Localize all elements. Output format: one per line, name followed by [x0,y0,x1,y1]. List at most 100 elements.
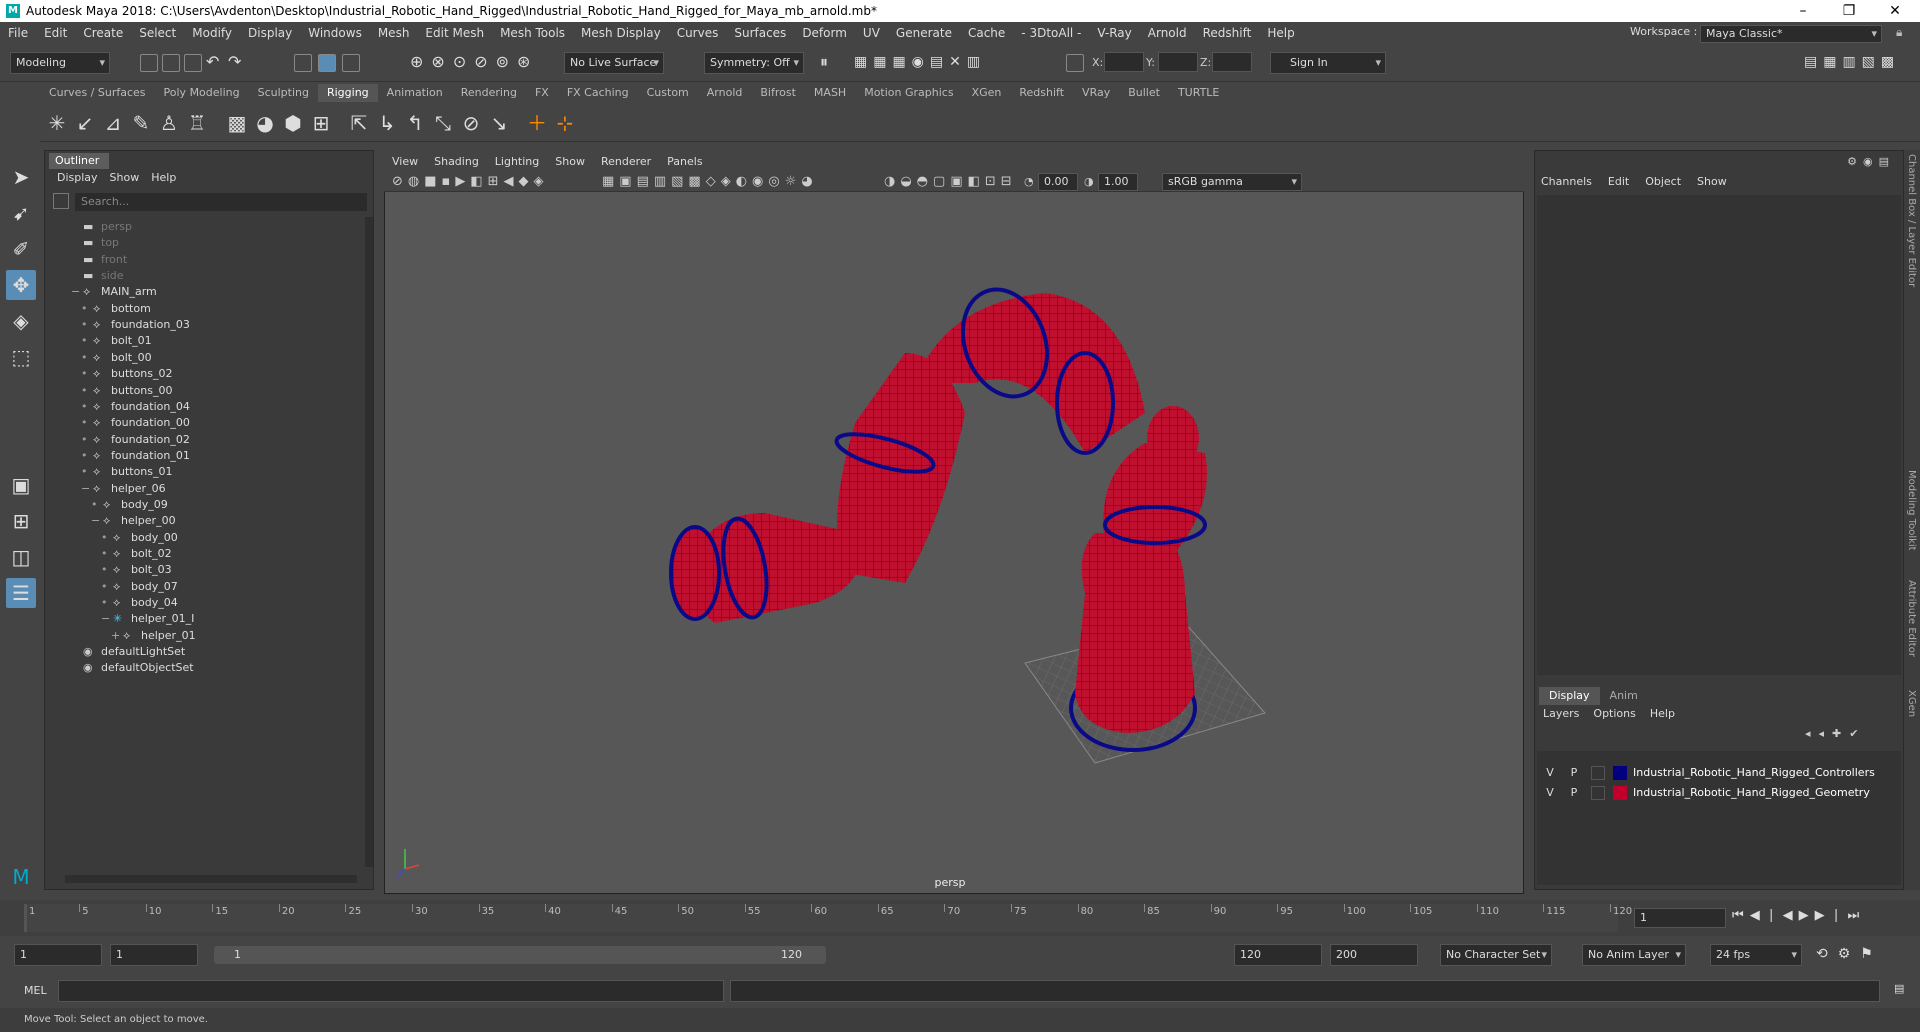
outliner-menu-display[interactable]: Display [57,171,98,184]
viewport-menu-renderer[interactable]: Renderer [593,152,659,172]
layer-menu-layers[interactable]: Layers [1543,707,1579,720]
side-tab-3[interactable]: XGen [1906,690,1917,717]
elbow-joint-mesh[interactable] [1147,406,1199,470]
single-view-icon[interactable]: ▣ [6,470,36,500]
two-view-icon[interactable]: ◫ [6,542,36,572]
sign-in-dropdown[interactable]: Sign In [1270,52,1386,74]
viewport-menu-view[interactable]: View [384,152,426,172]
redo-icon[interactable]: ↷ [228,52,241,71]
exposure-field[interactable]: 0.00 [1038,173,1078,191]
scene-start-field[interactable]: 1 [14,944,102,966]
joint-tool-icon[interactable]: ✳ [44,110,70,136]
viewport-camera-icons[interactable]: ⊘◍■▪▶◧⊞◀◆◈ [392,174,549,189]
outliner-tab[interactable]: Outliner [49,153,109,169]
menu-modify[interactable]: Modify [184,26,240,40]
shelf-tab-redshift[interactable]: Redshift [1010,84,1073,102]
shelf-tab-sculpting[interactable]: Sculpting [249,84,318,102]
save-scene-icon[interactable] [184,54,202,72]
script-editor-icon[interactable]: ▤ [1894,982,1904,995]
humanik-icon[interactable]: ♙ [156,110,182,136]
scene-end-field[interactable]: 200 [1330,944,1418,966]
select-component-icon[interactable] [342,54,360,72]
locator-constraint-icon[interactable]: ⊹ [552,110,578,136]
bind-skin-icon[interactable]: ▩ [224,110,250,136]
character-set-dropdown[interactable]: No Character Set [1440,944,1552,966]
menu-edit[interactable]: Edit [36,26,75,40]
shelf-tab-poly-modeling[interactable]: Poly Modeling [155,84,249,102]
time-slider[interactable]: 1 5 10 15 20 25 30 35 40 45 50 55 60 65 70 75 80 85 90 95 10… [0,900,1920,936]
command-input[interactable] [58,980,724,1002]
lock-icon[interactable]: 🔒︎ [1896,25,1902,40]
lattice-icon[interactable]: ⬢ [280,110,306,136]
menu-mesh-display[interactable]: Mesh Display [573,26,669,40]
paint-select-tool-icon[interactable]: ✐ [6,234,36,264]
ik-handle-icon[interactable]: ↙ [72,110,98,136]
mode-dropdown[interactable]: Modeling [10,52,110,74]
four-view-icon[interactable]: ⊞ [6,506,36,536]
menu-mesh-tools[interactable]: Mesh Tools [492,26,573,40]
playback-start-field[interactable]: 1 [110,944,198,966]
persp-viewport[interactable] [384,152,1524,894]
layer-tab-display[interactable]: Display [1539,687,1600,705]
expander-icon[interactable]: − [101,609,111,629]
viewport-display-icons[interactable]: ▦▣▤▥▧▩◇◈◐◉◎☼◕ [602,174,818,189]
outliner-row[interactable]: ◉ defaultObjectSet [71,658,194,678]
channel-box-icons[interactable]: ⚙◉▤ [1847,155,1895,168]
outliner-menu-show[interactable]: Show [110,171,140,184]
layer-playback-toggle[interactable]: P [1565,763,1583,783]
outliner-search-input[interactable]: Search... [75,193,367,211]
end-effector-mesh[interactable] [669,525,721,621]
paint-weights-icon[interactable]: ✎ [128,110,154,136]
outliner-layout-icon[interactable]: ☰ [6,578,36,608]
viewport-menu-panels[interactable]: Panels [659,152,710,172]
snap-icons[interactable]: ⊕⊗⊙⊘⊚⊛ [410,52,538,71]
layer-visibility-toggle[interactable]: V [1541,783,1559,803]
shelf-tab-mash[interactable]: MASH [805,84,855,102]
current-frame-field[interactable]: 1 [1634,908,1726,928]
symmetry-dropdown[interactable]: Symmetry: Off [704,52,804,74]
channel-menu-edit[interactable]: Edit [1608,175,1629,188]
shelf-tab-xgen[interactable]: XGen [963,84,1011,102]
menu-mesh[interactable]: Mesh [370,26,418,40]
range-bar[interactable]: 1 120 [214,946,826,964]
layer-tab-anim[interactable]: Anim [1600,687,1648,705]
new-scene-icon[interactable] [140,54,158,72]
undo-icon[interactable]: ↶ [206,52,219,71]
orient-constraint-icon[interactable]: ↰ [402,110,428,136]
side-tab-0[interactable]: Channel Box / Layer Editor [1906,154,1917,287]
rotate-tool-icon[interactable]: ◈ [6,306,36,336]
layer-menu-help[interactable]: Help [1650,707,1675,720]
menu-cache[interactable]: Cache [960,26,1013,40]
playback-end-field[interactable]: 120 [1234,944,1322,966]
loop-prefs-icons[interactable]: ⟲⚙⚑ [1816,946,1883,962]
shelf-tab-animation[interactable]: Animation [378,84,452,102]
menu-arnold[interactable]: Arnold [1140,26,1195,40]
scale-tool-icon[interactable]: ⬚ [6,342,36,372]
current-time-marker[interactable] [24,904,27,932]
layer-menu-options[interactable]: Options [1593,707,1635,720]
close-button[interactable]: ✕ [1872,0,1918,22]
layer-playback-toggle[interactable]: P [1565,783,1583,803]
base-mesh[interactable] [1075,533,1195,733]
anim-layer-dropdown[interactable]: No Anim Layer [1582,944,1686,966]
fps-dropdown[interactable]: 24 fps [1710,944,1802,966]
pole-vector-icon[interactable]: ↘ [486,110,512,136]
shelf-tab-bifrost[interactable]: Bifrost [751,84,805,102]
mel-label[interactable]: MEL [24,984,47,997]
menu-uv[interactable]: UV [855,26,888,40]
outliner-filter-icon[interactable] [53,193,69,209]
shelf-tab-custom[interactable]: Custom [638,84,698,102]
outliner-horizontal-scrollbar[interactable] [65,875,357,883]
channel-menu-object[interactable]: Object [1645,175,1681,188]
outliner-vertical-scrollbar[interactable] [365,217,373,867]
shelf-tab-arnold[interactable]: Arnold [698,84,752,102]
layer-row[interactable]: V P Industrial_Robotic_Hand_Rigged_Control… [1537,763,1901,783]
menu-select[interactable]: Select [131,26,184,40]
point-constraint-icon[interactable]: ↳ [374,110,400,136]
menu-help[interactable]: Help [1259,26,1302,40]
channel-menu-channels[interactable]: Channels [1541,175,1592,188]
maximize-button[interactable]: ❐ [1826,0,1872,22]
viewport-shading-icons[interactable]: ◑◒◓▢▣◧⊡⊟ [884,174,1017,189]
robotic-arm-render[interactable] [385,153,1525,895]
expander-icon[interactable]: − [81,479,91,499]
